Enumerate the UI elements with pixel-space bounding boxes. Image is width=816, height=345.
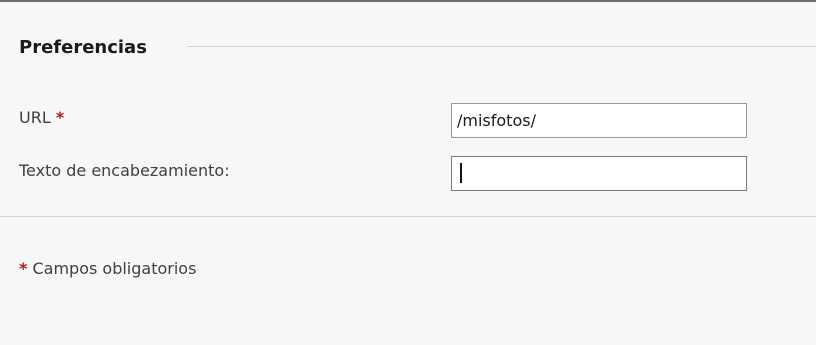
required-fields-note: * Campos obligatorios xyxy=(19,257,196,281)
section-title: Preferencias xyxy=(19,37,147,58)
header-text-input[interactable] xyxy=(451,156,747,191)
section-title-rule xyxy=(187,46,816,47)
header-text-field-label: Texto de encabezamiento: xyxy=(19,161,230,180)
top-border xyxy=(0,0,816,2)
url-field-label: URL * xyxy=(19,106,64,130)
required-note-asterisk: * xyxy=(19,259,28,278)
required-asterisk: * xyxy=(55,108,65,127)
form-divider xyxy=(0,216,816,217)
text-cursor xyxy=(460,163,462,183)
required-note-text: Campos obligatorios xyxy=(32,259,197,278)
url-label-text: URL xyxy=(19,108,51,127)
preferences-section-header: Preferencias xyxy=(19,34,816,62)
url-input[interactable] xyxy=(451,103,747,138)
